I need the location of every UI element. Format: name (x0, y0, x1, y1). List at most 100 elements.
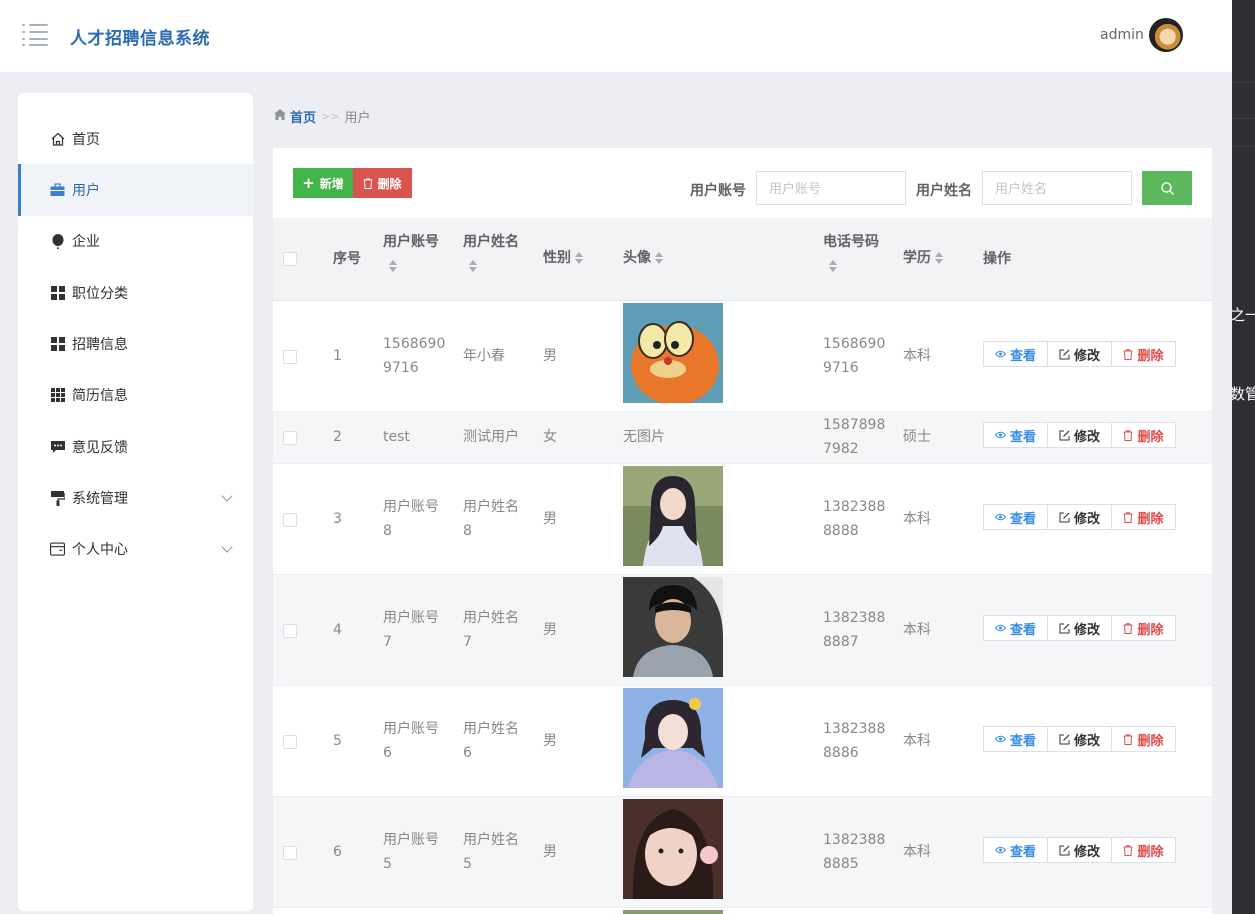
sort-icon[interactable] (575, 252, 583, 264)
sidebar-item-feedback[interactable]: 意见反馈 (18, 421, 253, 473)
account-search-input[interactable] (756, 171, 906, 205)
header-education[interactable]: 学历 (903, 246, 943, 270)
cell-phone: 1382388 8885 (823, 828, 885, 876)
edit-button[interactable]: 修改 (1047, 615, 1112, 641)
cell-account-line: 用户账号 (383, 499, 439, 515)
view-button[interactable]: 查看 (983, 837, 1048, 863)
table-header: 序号 用户账号 用户姓名 性别 头像 电话号码 学历 操作 (273, 218, 1212, 301)
user-photo (623, 303, 723, 405)
edit-button[interactable]: 修改 (1047, 726, 1112, 752)
cell-name: 测试用户 (463, 429, 519, 445)
sort-icon[interactable] (935, 252, 943, 264)
row-checkbox[interactable] (283, 735, 297, 749)
sidebar-item-label: 首页 (72, 132, 100, 148)
add-button[interactable]: + 新增 (293, 168, 353, 198)
cell-account-line: 用户账号 (383, 721, 439, 737)
cell-education: 本科 (903, 622, 931, 638)
sidebar-item-recruitment[interactable]: 招聘信息 (18, 318, 253, 370)
sort-icon[interactable] (389, 260, 397, 272)
view-button[interactable]: 查看 (983, 615, 1048, 641)
row-checkbox[interactable] (283, 624, 297, 638)
edit-label: 修改 (1073, 622, 1100, 638)
sidebar-item-system[interactable]: 系统管理 (18, 472, 253, 524)
menu-toggle-icon[interactable] (22, 24, 48, 46)
user-photo (623, 577, 723, 677)
cell-phone: 1382388 8887 (823, 606, 885, 654)
header-name[interactable]: 用户姓名 (463, 230, 533, 278)
edit-button[interactable]: 修改 (1047, 837, 1112, 863)
header-account-label: 用户账号 (383, 234, 439, 250)
balloon-icon (50, 233, 65, 249)
user-avatar[interactable] (1149, 18, 1183, 52)
briefcase-icon (50, 183, 65, 198)
account-search-label: 用户账号 (690, 183, 746, 199)
header-phone[interactable]: 电话号码 (823, 230, 893, 278)
cell-account: 用户账号 6 (383, 717, 439, 765)
edit-label: 修改 (1073, 511, 1100, 527)
sidebar-item-home[interactable]: 首页 (18, 113, 253, 165)
view-label: 查看 (1009, 622, 1036, 638)
sort-icon[interactable] (469, 260, 477, 272)
cell-avatar-empty: 无图片 (623, 429, 665, 445)
breadcrumb-home[interactable]: 首页 (290, 107, 316, 126)
sidebar-item-company[interactable]: 企业 (18, 215, 253, 267)
cell-education: 本科 (903, 511, 931, 527)
name-search-input[interactable] (982, 171, 1132, 205)
delete-button[interactable]: 删除 (1111, 504, 1176, 530)
cell-phone-line: 8886 (823, 745, 859, 761)
bulk-delete-button[interactable]: 删除 (353, 168, 412, 198)
header-phone-label: 电话号码 (823, 234, 879, 250)
sort-icon[interactable] (829, 260, 837, 272)
main-panel: + 新增 删除 用户账号 用户姓名 序号 用户账号 用户姓名 性别 头像 电话号… (273, 148, 1212, 914)
edit-button[interactable]: 修改 (1047, 422, 1112, 448)
header-avatar[interactable]: 头像 (623, 246, 663, 270)
header-account[interactable]: 用户账号 (383, 230, 453, 278)
row-checkbox[interactable] (283, 431, 297, 445)
cell-account-line: 6 (383, 745, 392, 761)
cell-name-line: 7 (463, 634, 472, 650)
cell-phone-line: 1568690 (823, 336, 886, 352)
search-button[interactable] (1142, 171, 1192, 205)
delete-button[interactable]: 删除 (1111, 341, 1176, 367)
sidebar-item-label: 用户 (72, 183, 100, 199)
cell-name: 用户姓名 5 (463, 828, 519, 876)
cell-phone-line: 1382388 (823, 499, 886, 515)
header-actions: 操作 (983, 251, 1011, 267)
cell-account-line: 5 (383, 856, 392, 872)
edit-button[interactable]: 修改 (1047, 341, 1112, 367)
sidebar-item-job-category[interactable]: 职位分类 (18, 267, 253, 319)
select-all-checkbox[interactable] (283, 252, 297, 266)
row-checkbox[interactable] (283, 846, 297, 860)
view-button[interactable]: 查看 (983, 341, 1048, 367)
row-actions: 查看 修改 删除 (983, 341, 1176, 367)
edge-text: 之一 (1232, 306, 1255, 324)
table-row: 2 test 测试用户 女 无图片 1587898 7982 硕士 查看 修改 删… (273, 412, 1212, 464)
cell-index: 1 (333, 348, 342, 364)
sidebar-item-label: 招聘信息 (72, 337, 128, 353)
sidebar-item-users[interactable]: 用户 (18, 164, 253, 216)
view-button[interactable]: 查看 (983, 726, 1048, 752)
search-icon (1160, 181, 1174, 195)
header-gender[interactable]: 性别 (543, 246, 583, 270)
delete-button[interactable]: 删除 (1111, 615, 1176, 641)
delete-button[interactable]: 删除 (1111, 726, 1176, 752)
edit-button[interactable]: 修改 (1047, 504, 1112, 530)
view-button[interactable]: 查看 (983, 422, 1048, 448)
user-name[interactable]: admin (1100, 27, 1144, 43)
row-checkbox[interactable] (283, 350, 297, 364)
row-checkbox[interactable] (283, 513, 297, 527)
delete-button[interactable]: 删除 (1111, 422, 1176, 448)
sidebar-item-resume[interactable]: 简历信息 (18, 369, 253, 421)
cell-phone: 1568690 9716 (823, 332, 885, 380)
cell-name-line: 8 (463, 523, 472, 539)
cell-name: 用户姓名 6 (463, 717, 519, 765)
sidebar-item-profile[interactable]: 个人中心 (18, 523, 253, 575)
edit-label: 修改 (1073, 429, 1100, 445)
breadcrumb-separator: >> (321, 110, 340, 123)
sort-icon[interactable] (655, 252, 663, 264)
view-label: 查看 (1009, 511, 1036, 527)
edit-label: 修改 (1073, 733, 1100, 749)
cell-phone-line: 8887 (823, 634, 859, 650)
view-button[interactable]: 查看 (983, 504, 1048, 530)
delete-button[interactable]: 删除 (1111, 837, 1176, 863)
